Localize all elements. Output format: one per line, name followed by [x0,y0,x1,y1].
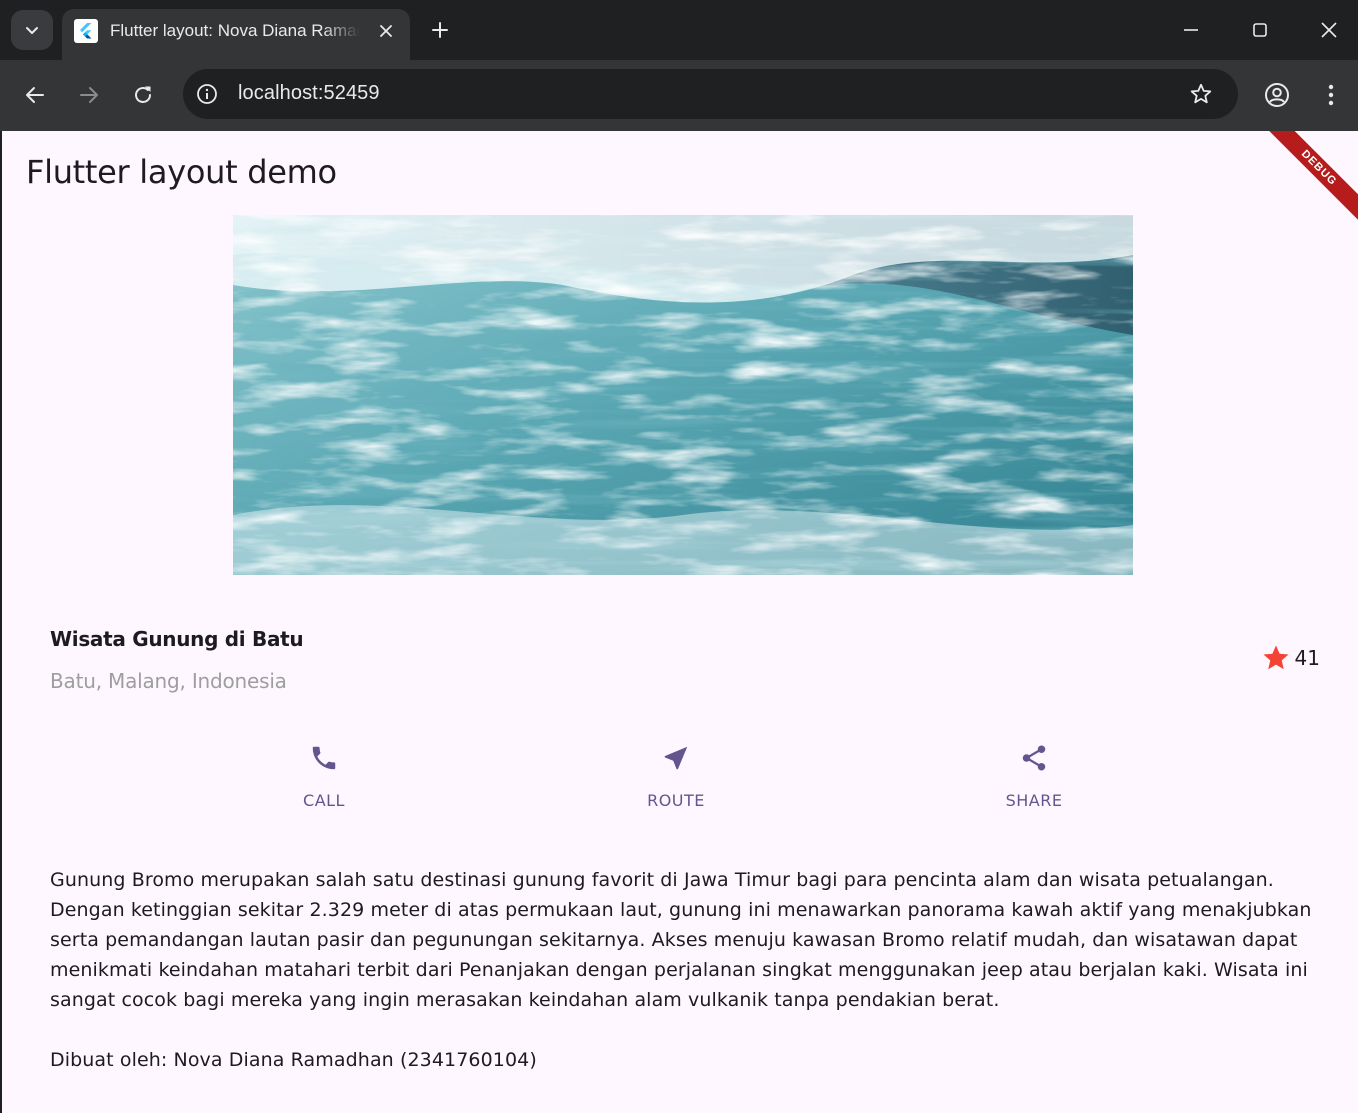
star-outline-icon [1190,83,1212,104]
browser-tab-active[interactable]: Flutter layout: Nova Diana Ramadhan [62,9,410,60]
info-icon [197,84,217,104]
chevron-down-icon [26,27,38,34]
arrow-right-icon [80,87,98,103]
address-bar[interactable]: localhost:52459 [183,69,1238,119]
flutter-favicon-icon [74,19,98,43]
url-text[interactable]: localhost:52459 [238,82,380,105]
tab-close-button[interactable] [374,19,398,43]
minimize-button[interactable] [1179,18,1203,42]
account-circle-icon [1265,83,1289,107]
app-bar-title: Flutter layout demo [26,153,337,191]
app-viewport: Flutter layout demo DEBUG Wisata Gunung … [2,131,1358,1113]
window-close-button[interactable] [1317,18,1341,42]
browser-toolbar: localhost:52459 [0,60,1358,131]
plus-icon [432,22,448,38]
forward-button[interactable] [76,82,102,108]
call-button[interactable]: CALL [254,741,394,810]
place-name: Wisata Gunung di Batu [50,627,304,651]
browser-titlebar: Flutter layout: Nova Diana Ramadhan [0,0,1358,60]
star-icon [1263,645,1289,670]
rating: 41 [1261,643,1320,673]
more-vert-icon [1328,84,1334,106]
credit-text: Dibuat oleh: Nova Diana Ramadhan (234176… [50,1049,537,1071]
back-button[interactable] [22,82,48,108]
phone-icon [307,741,341,775]
close-icon [380,25,392,37]
reload-icon [135,86,151,103]
tab-title: Flutter layout: Nova Diana Ramadhan [110,21,360,40]
new-tab-button[interactable] [428,18,452,42]
bookmark-button[interactable] [1189,82,1213,106]
route-label: ROUTE [647,791,705,810]
near-me-icon [659,741,693,775]
tab-search-button[interactable] [11,10,53,50]
title-section: Wisata Gunung di Batu Batu, Malang, Indo… [50,623,1320,703]
maximize-icon [1253,23,1267,37]
place-location: Batu, Malang, Indonesia [50,669,287,693]
maximize-button[interactable] [1248,18,1272,42]
minimize-icon [1184,29,1198,31]
site-info-button[interactable] [195,82,219,106]
call-label: CALL [303,791,345,810]
close-icon [1321,22,1337,38]
menu-button[interactable] [1318,82,1344,108]
arrow-left-icon [26,87,44,103]
route-button[interactable]: ROUTE [606,741,746,810]
share-button[interactable]: SHARE [964,741,1104,810]
hero-image [233,215,1133,575]
share-label: SHARE [1005,791,1063,810]
rating-count: 41 [1294,646,1320,670]
button-section: CALL ROUTE SHARE [2,741,1358,821]
reload-button[interactable] [130,82,156,108]
description-text: Gunung Bromo merupakan salah satu destin… [50,869,1312,1011]
debug-banner: DEBUG [1259,131,1358,228]
text-section: Gunung Bromo merupakan salah satu destin… [50,865,1320,1075]
profile-button[interactable] [1264,82,1290,108]
share-icon [1017,741,1051,775]
